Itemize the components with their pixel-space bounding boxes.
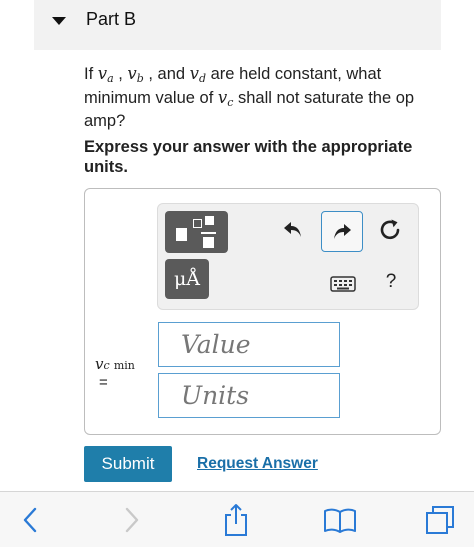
redo-button[interactable] — [321, 211, 363, 252]
variable-label: vc min — [95, 355, 135, 373]
undo-button[interactable] — [280, 215, 306, 245]
back-button[interactable] — [10, 492, 50, 547]
redo-icon — [334, 223, 351, 239]
bookmarks-button[interactable] — [316, 492, 364, 547]
submit-button[interactable]: Submit — [84, 446, 172, 482]
tabs-button[interactable] — [418, 492, 462, 547]
part-title: Part B — [86, 9, 137, 29]
question-text: If va , vb , and vd are held constant, w… — [84, 64, 415, 130]
book-icon — [324, 508, 356, 533]
chevron-left-icon — [23, 507, 37, 533]
equals-sign: = — [99, 374, 108, 391]
share-button[interactable] — [214, 492, 258, 547]
forward-button[interactable] — [112, 492, 152, 547]
reset-icon — [380, 219, 400, 240]
collapse-caret-icon[interactable] — [52, 17, 66, 25]
share-icon — [225, 504, 247, 536]
instruction-text: Express your answer with the appropriate… — [84, 138, 413, 176]
undo-icon — [284, 222, 301, 237]
chevron-right-icon — [125, 507, 139, 533]
templates-button[interactable] — [165, 211, 228, 253]
units-input[interactable] — [158, 373, 340, 418]
request-answer-link[interactable]: Request Answer — [197, 455, 318, 473]
units-button[interactable]: μÅ — [165, 259, 209, 299]
help-button[interactable]: ? — [381, 268, 401, 296]
tabs-icon — [426, 506, 454, 534]
keyboard-button[interactable] — [329, 273, 357, 295]
part-header[interactable]: Part B — [34, 0, 441, 50]
keyboard-icon — [330, 276, 356, 292]
reset-button[interactable] — [376, 215, 404, 245]
value-input[interactable] — [158, 322, 340, 367]
browser-toolbar — [0, 491, 474, 547]
